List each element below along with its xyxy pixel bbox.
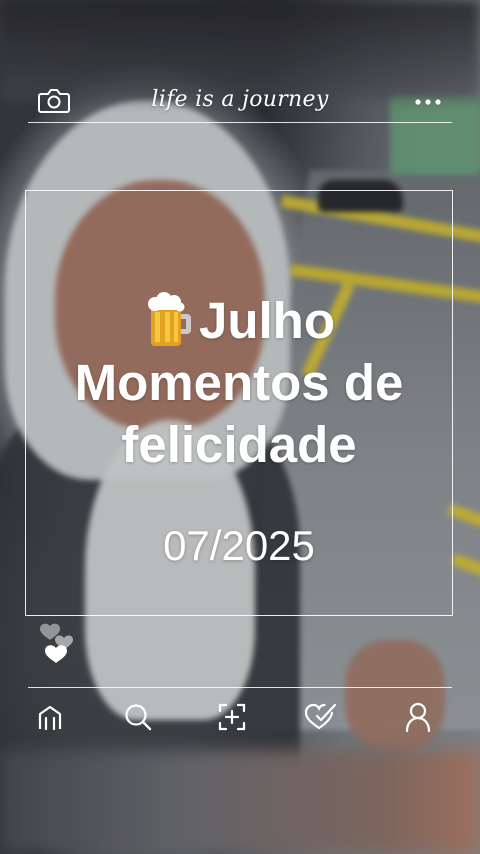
profile-icon[interactable] xyxy=(400,699,436,735)
caption-line-1: Julho xyxy=(25,290,453,352)
search-icon[interactable] xyxy=(120,699,156,735)
heart-check-icon[interactable] xyxy=(302,699,338,735)
add-icon[interactable] xyxy=(214,699,250,735)
post-date: 07/2025 xyxy=(163,522,315,569)
more-dots-icon[interactable] xyxy=(412,90,444,110)
hearts-icon[interactable] xyxy=(38,608,82,668)
caption-line-2: Momentos de xyxy=(74,354,404,411)
caption-line-3: felicidade xyxy=(121,416,357,473)
brand-title: life is a journey xyxy=(151,87,329,112)
camera-icon[interactable] xyxy=(37,86,71,114)
home-icon[interactable] xyxy=(32,699,68,735)
bottom-nav xyxy=(0,695,480,739)
bottom-divider xyxy=(28,687,452,688)
caption-title-month: Julho xyxy=(199,292,335,349)
post-caption: Julho Momentos de felicidade xyxy=(25,290,453,476)
top-divider xyxy=(28,122,452,123)
beer-mug-icon xyxy=(143,290,195,350)
